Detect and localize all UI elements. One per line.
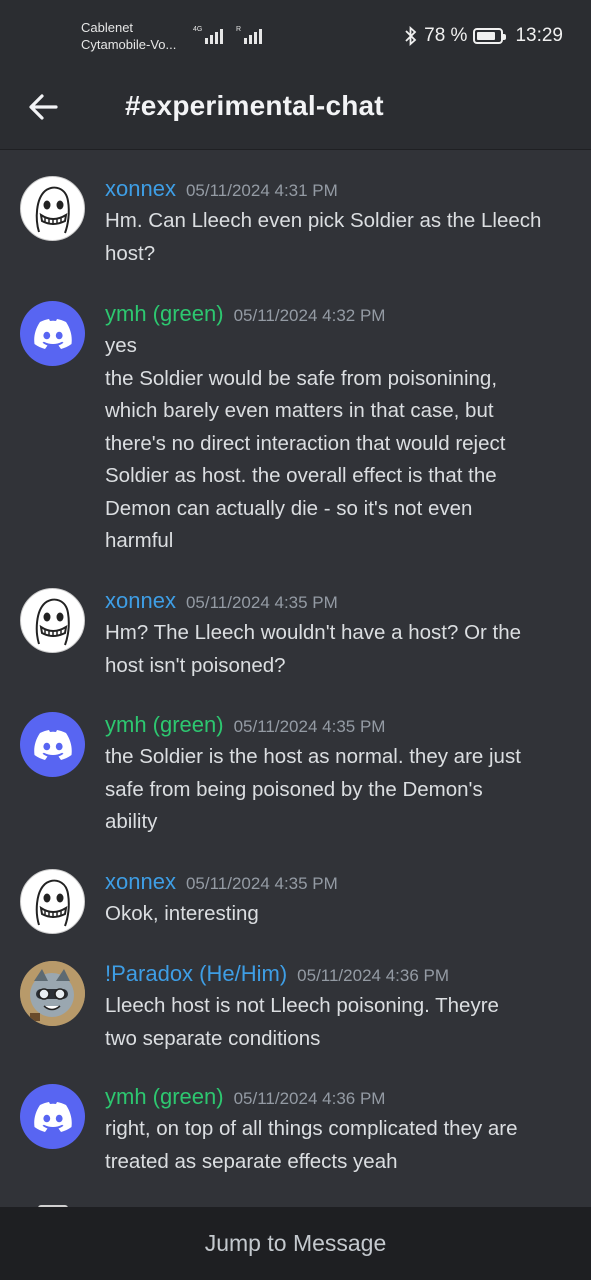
- message-line: the Soldier would be safe from poisonini…: [105, 366, 498, 390]
- author-name[interactable]: ymh (green): [105, 1084, 224, 1109]
- timestamp: 05/11/2024 4:35 PM: [233, 717, 386, 736]
- message-line: Okok, interesting: [105, 902, 259, 925]
- jump-to-message-button[interactable]: Jump to Message: [0, 1207, 591, 1280]
- author-name[interactable]: xonnex: [105, 176, 176, 201]
- message-text: Hm? The Lleech wouldn't have a host? Or …: [105, 617, 575, 682]
- avatar[interactable]: [20, 1084, 85, 1149]
- avatar[interactable]: [20, 712, 85, 777]
- face-avatar-icon: [35, 879, 70, 927]
- message-line: treated as separate effects yeah: [105, 1149, 398, 1173]
- author-name[interactable]: ymh (green): [105, 301, 224, 326]
- battery-icon: [473, 28, 507, 44]
- message-line: Soldier as host. the overall effect is t…: [105, 464, 497, 487]
- author-name[interactable]: ymh (green): [105, 712, 224, 737]
- discord-icon: [33, 729, 72, 760]
- bluetooth-icon: [405, 26, 417, 46]
- message-line: host?: [105, 241, 156, 265]
- message-line: ability: [105, 810, 158, 833]
- jump-label: Jump to Message: [204, 1230, 387, 1256]
- message-line: yes: [105, 334, 137, 357]
- carrier-line-1: Cablenet: [81, 20, 134, 35]
- carrier-info: Cablenet Cytamobile-Vo...: [81, 19, 176, 53]
- timestamp: 05/11/2024 4:36 PM: [297, 966, 450, 985]
- channel-title: #experimental-chat: [125, 90, 384, 121]
- message-line: Hm? The Lleech wouldn't have a host? Or …: [105, 621, 522, 644]
- carrier-line-2: Cytamobile-Vo...: [81, 37, 177, 52]
- message-list[interactable]: xonnex 05/11/2024 4:31 PM Hm. Can Lleech e…: [0, 151, 591, 1207]
- author-name[interactable]: xonnex: [105, 588, 176, 613]
- battery-percent: 78 %: [424, 25, 468, 46]
- message-line: safe from being poisoned by the Demon's: [105, 777, 483, 801]
- status-bar: Cablenet Cytamobile-Vo... 4G R 78 % 13:2…: [0, 0, 591, 70]
- clock: 13:29: [515, 25, 563, 46]
- timestamp: 05/11/2024 4:36 PM: [233, 1089, 386, 1108]
- back-arrow-icon[interactable]: [26, 90, 60, 124]
- face-avatar-icon: [35, 186, 70, 234]
- message-line: Hm. Can Lleech even pick Soldier as the …: [105, 209, 542, 232]
- message-line: Demon can actually die - so it's not eve…: [105, 496, 473, 520]
- message-line: two separate conditions: [105, 1026, 321, 1050]
- author-name[interactable]: xonnex: [105, 869, 176, 894]
- cell-signal-2-icon: R: [236, 26, 263, 44]
- avatar[interactable]: [20, 869, 85, 934]
- avatar[interactable]: [20, 301, 85, 366]
- discord-icon: [33, 1101, 72, 1132]
- message-text: yes the Soldier would be safe from poison…: [105, 330, 575, 558]
- message-line: there's no direct interaction that would…: [105, 431, 506, 455]
- message-text: Okok, interesting: [105, 898, 575, 931]
- message-line: harmful: [105, 529, 174, 552]
- raccoon-avatar-icon: [20, 961, 85, 1026]
- face-avatar-icon: [35, 598, 70, 646]
- message-text: right, on top of all things complicated …: [105, 1113, 575, 1178]
- message-line: which barely even matters in that case, …: [105, 399, 494, 422]
- timestamp: 05/11/2024 4:35 PM: [185, 593, 338, 612]
- message-line: right, on top of all things complicated …: [105, 1117, 518, 1140]
- timestamp: 05/11/2024 4:35 PM: [185, 874, 338, 893]
- avatar[interactable]: [20, 588, 85, 653]
- timestamp: 05/11/2024 4:32 PM: [233, 306, 386, 325]
- message-text: the Soldier is the host as normal. they …: [105, 741, 575, 839]
- message-text: Hm. Can Lleech even pick Soldier as the …: [105, 205, 575, 270]
- author-name[interactable]: !Paradox (He/Him): [105, 961, 287, 986]
- message-text: Lleech host is not Lleech poisoning. The…: [105, 990, 575, 1055]
- cell-signal-icon: 4G: [193, 26, 224, 44]
- status-right: 78 % 13:29: [404, 25, 563, 47]
- timestamp: 05/11/2024 4:31 PM: [185, 181, 338, 200]
- message-line: the Soldier is the host as normal. they …: [105, 745, 521, 768]
- discord-icon: [33, 318, 72, 349]
- message-line: host isn't poisoned?: [105, 653, 286, 677]
- avatar[interactable]: [20, 176, 85, 241]
- message-line: Lleech host is not Lleech poisoning. The…: [105, 994, 499, 1017]
- avatar[interactable]: [20, 961, 85, 1026]
- channel-header: #experimental-chat: [0, 70, 591, 150]
